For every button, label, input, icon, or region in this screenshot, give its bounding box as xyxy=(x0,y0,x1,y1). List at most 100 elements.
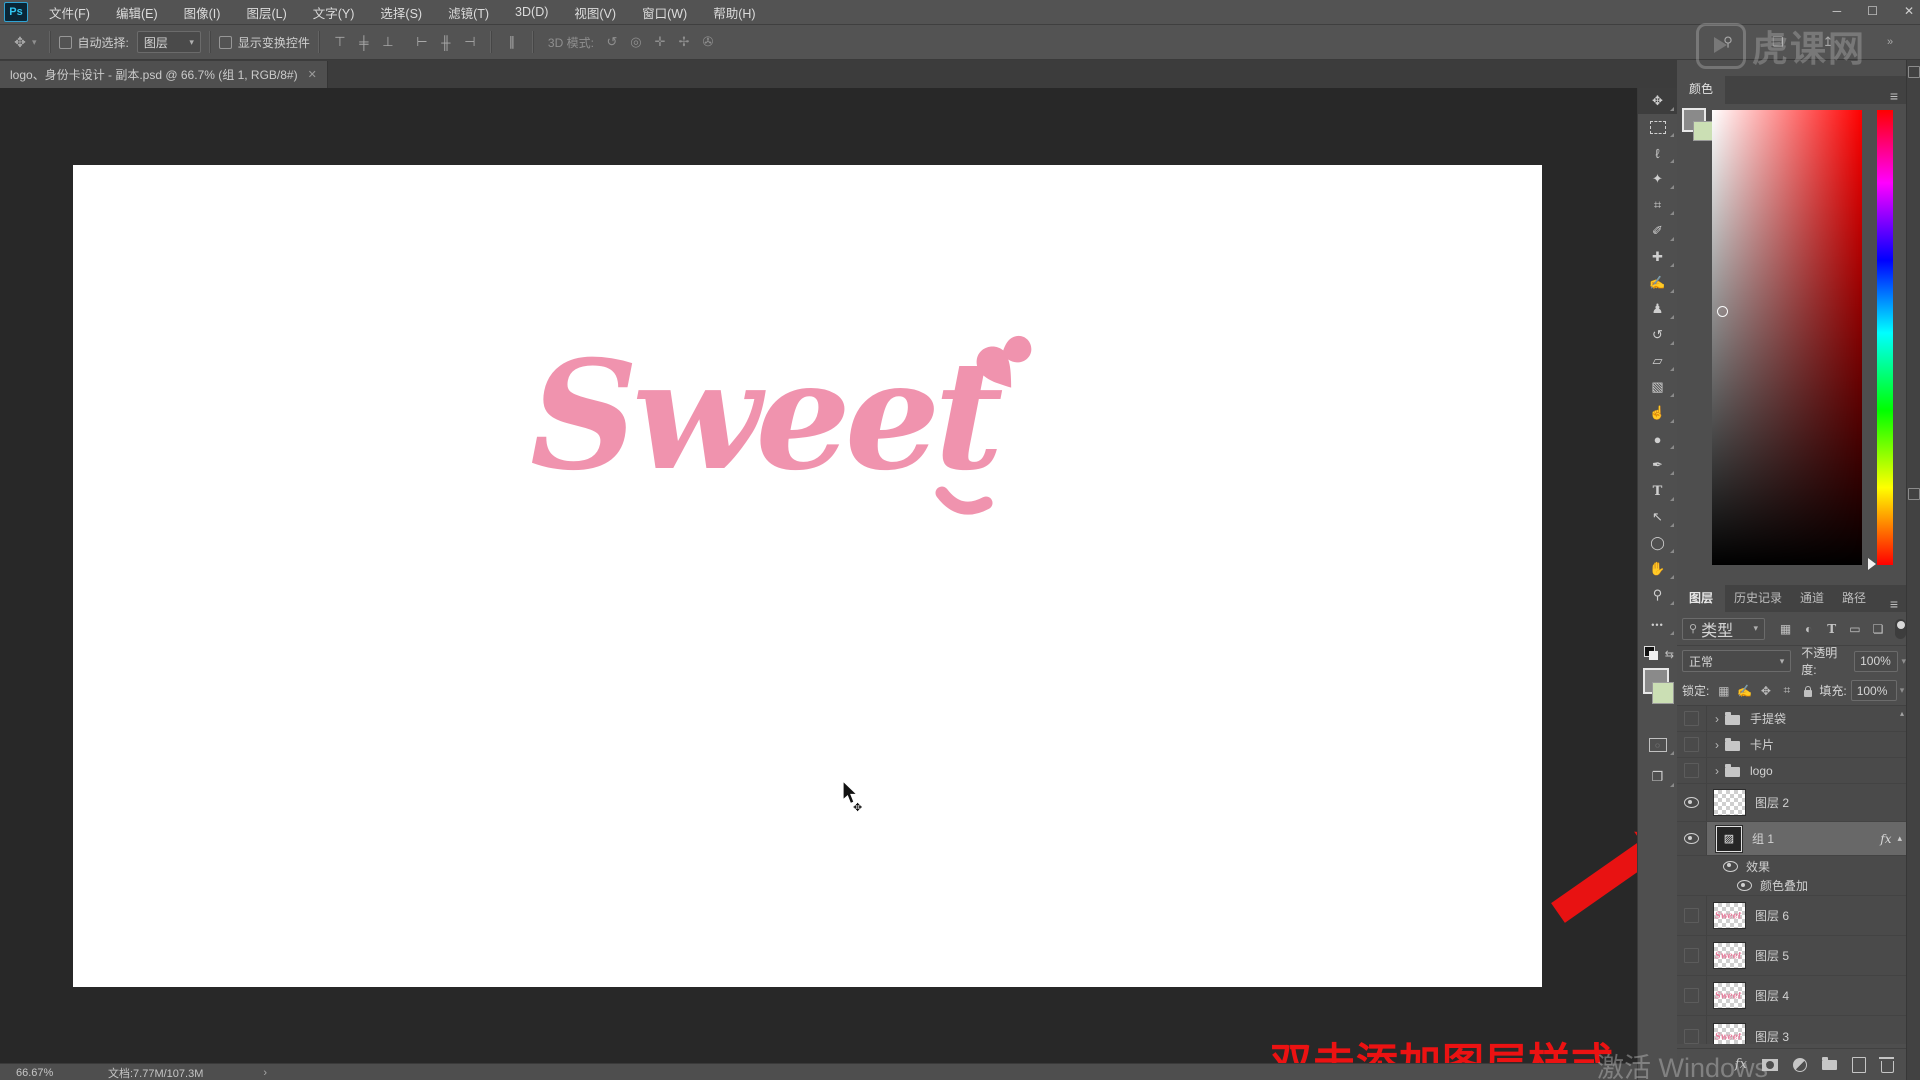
layer-row-layer5[interactable]: Sweet 图层 5 xyxy=(1677,936,1906,976)
pen-tool[interactable]: ✒ xyxy=(1638,452,1677,478)
collapsed-panel-icon[interactable] xyxy=(1908,66,1920,78)
lasso-tool[interactable]: ℓ xyxy=(1638,140,1677,166)
eye-icon[interactable] xyxy=(1737,880,1752,891)
screen-mode-button[interactable]: ❐ xyxy=(1638,764,1677,790)
add-layer-mask-button[interactable] xyxy=(1762,1058,1778,1071)
tool-preset-caret-icon[interactable]: ▾ xyxy=(32,37,37,48)
canvas-area[interactable]: Sweet ✥ 双击添加图层样式 xyxy=(0,88,1637,1063)
type-tool[interactable]: T xyxy=(1638,478,1677,504)
chevron-down-icon[interactable]: ▾ xyxy=(1900,685,1905,696)
3d-pan-icon[interactable]: ✛ xyxy=(648,34,672,50)
panel-menu-icon[interactable]: ≡ xyxy=(1890,596,1898,612)
layer-row-layer6[interactable]: Sweet 图层 6 xyxy=(1677,896,1906,936)
align-horizontal-centers-icon[interactable]: ╫ xyxy=(434,35,458,50)
tab-history[interactable]: 历史记录 xyxy=(1725,584,1791,612)
layer-name[interactable]: 图层 2 xyxy=(1755,794,1789,811)
chevron-right-icon[interactable]: › xyxy=(1715,738,1719,752)
move-tool[interactable]: ✥ xyxy=(1638,88,1677,114)
layer-thumbnail[interactable]: Sweet xyxy=(1713,942,1746,969)
share-icon[interactable]: ↥ xyxy=(1816,34,1840,50)
filter-type-layers-icon[interactable]: T xyxy=(1821,622,1842,636)
layer-thumbnail[interactable]: Sweet xyxy=(1713,982,1746,1009)
visibility-toggle[interactable] xyxy=(1677,822,1707,855)
panel-menu-icon[interactable]: ≡ xyxy=(1890,88,1898,104)
swap-colors-icon[interactable]: ⇆ xyxy=(1665,648,1674,661)
filter-shape-layers-icon[interactable]: ▭ xyxy=(1844,622,1865,636)
color-field-marker[interactable] xyxy=(1717,306,1728,317)
visibility-toggle[interactable] xyxy=(1677,1016,1707,1044)
effects-label[interactable]: 效果 xyxy=(1746,858,1770,875)
layer-row-layer2[interactable]: 图层 2 xyxy=(1677,784,1906,822)
clone-stamp-tool[interactable]: ♟ xyxy=(1638,296,1677,322)
collapsed-panel-icon[interactable] xyxy=(1908,488,1920,500)
auto-select-checkbox[interactable] xyxy=(58,35,72,49)
spot-healing-tool[interactable]: ✚ xyxy=(1638,244,1677,270)
status-chevron-icon[interactable]: › xyxy=(263,1067,267,1079)
filter-smart-objects-icon[interactable]: ❏ xyxy=(1867,622,1888,636)
tab-layers[interactable]: 图层 xyxy=(1677,584,1726,612)
layer-row-group1-selected[interactable]: ▨ 组 1 fx ▴ xyxy=(1677,822,1906,856)
layer-row-layer3[interactable]: Sweet 图层 3 ▾ xyxy=(1677,1016,1906,1044)
menu-window[interactable]: 窗口(W) xyxy=(629,0,700,24)
layer-name[interactable]: 手提袋 xyxy=(1750,710,1786,727)
tab-paths[interactable]: 路径 xyxy=(1833,584,1875,612)
lock-all-icon[interactable] xyxy=(1804,685,1813,697)
lock-artboard-icon[interactable]: ⌗ xyxy=(1776,683,1797,698)
effects-header-row[interactable]: 效果 xyxy=(1677,856,1906,876)
layer-row-group-logo[interactable]: › logo xyxy=(1677,758,1906,784)
add-layer-style-button[interactable]: fx xyxy=(1735,1057,1747,1072)
layer-name[interactable]: logo xyxy=(1750,764,1773,778)
tab-color[interactable]: 颜色 xyxy=(1677,74,1726,104)
hand-tool[interactable]: ✋ xyxy=(1638,556,1677,582)
hue-slider-marker[interactable] xyxy=(1868,558,1876,570)
filter-toggle-switch[interactable] xyxy=(1894,618,1906,639)
show-transform-checkbox[interactable] xyxy=(218,35,232,49)
filter-pixel-layers-icon[interactable]: ▦ xyxy=(1775,622,1796,636)
align-top-edges-icon[interactable]: ⊤ xyxy=(328,34,352,50)
align-bottom-edges-icon[interactable]: ⊥ xyxy=(376,34,400,50)
lock-position-icon[interactable]: ✥ xyxy=(1755,684,1776,698)
3d-orbit-icon[interactable]: ↺ xyxy=(600,34,624,50)
new-group-button[interactable] xyxy=(1822,1056,1837,1070)
quick-mask-button[interactable]: ◌ xyxy=(1638,732,1677,758)
visibility-toggle[interactable] xyxy=(1677,732,1707,757)
layer-name[interactable]: 组 1 xyxy=(1752,830,1774,847)
layer-filter-type-dropdown[interactable]: ⚲ 类型 ▾ xyxy=(1682,617,1766,640)
visibility-toggle[interactable] xyxy=(1677,936,1707,975)
menu-layer[interactable]: 图层(L) xyxy=(233,0,299,24)
gradient-tool[interactable]: ▧ xyxy=(1638,374,1677,400)
brush-tool[interactable]: ✍ xyxy=(1638,270,1677,296)
chevron-right-icon[interactable]: › xyxy=(1715,712,1719,726)
zoom-tool[interactable]: ⚲ xyxy=(1638,582,1677,608)
visibility-toggle[interactable] xyxy=(1677,758,1707,783)
quick-selection-tool[interactable]: ✦ xyxy=(1638,166,1677,192)
overflow-chevrons-icon[interactable]: » xyxy=(1878,36,1902,48)
marquee-tool[interactable] xyxy=(1638,114,1677,140)
collapse-effects-icon[interactable]: ▴ xyxy=(1897,833,1902,844)
background-color-swatch[interactable] xyxy=(1693,121,1713,141)
align-right-edges-icon[interactable]: ⊣ xyxy=(458,34,482,50)
menu-3d[interactable]: 3D(D) xyxy=(502,0,561,24)
smart-object-thumbnail[interactable]: ▨ xyxy=(1715,824,1743,853)
fx-badge[interactable]: fx xyxy=(1880,832,1891,846)
menu-edit[interactable]: 编辑(E) xyxy=(103,0,171,24)
blend-mode-dropdown[interactable]: 正常 ▾ xyxy=(1682,650,1792,672)
eyedropper-tool[interactable]: ✐ xyxy=(1638,218,1677,244)
history-brush-tool[interactable]: ↺ xyxy=(1638,322,1677,348)
visibility-toggle[interactable] xyxy=(1677,976,1707,1015)
opacity-field[interactable]: 100% xyxy=(1854,650,1899,672)
crop-tool[interactable]: ⌗ xyxy=(1638,192,1677,218)
menu-type[interactable]: 文字(Y) xyxy=(300,0,368,24)
layer-thumbnail[interactable] xyxy=(1713,789,1746,816)
layer-thumbnail[interactable]: Sweet xyxy=(1713,1022,1746,1044)
layer-row-group-kapian[interactable]: › 卡片 xyxy=(1677,732,1906,758)
lock-pixels-icon[interactable]: ✍ xyxy=(1734,684,1755,698)
workspace-switcher-icon[interactable]: ❏ xyxy=(1766,34,1790,50)
3d-slide-icon[interactable]: ✢ xyxy=(672,34,696,50)
align-left-edges-icon[interactable]: ⊢ xyxy=(410,34,434,50)
ellipse-shape-tool[interactable]: ◯ xyxy=(1638,530,1677,556)
lock-transparency-icon[interactable]: ▦ xyxy=(1713,684,1734,698)
effect-name[interactable]: 颜色叠加 xyxy=(1760,877,1808,894)
menu-file[interactable]: 文件(F) xyxy=(36,0,103,24)
auto-select-dropdown[interactable]: 图层 ▾ xyxy=(136,31,201,53)
